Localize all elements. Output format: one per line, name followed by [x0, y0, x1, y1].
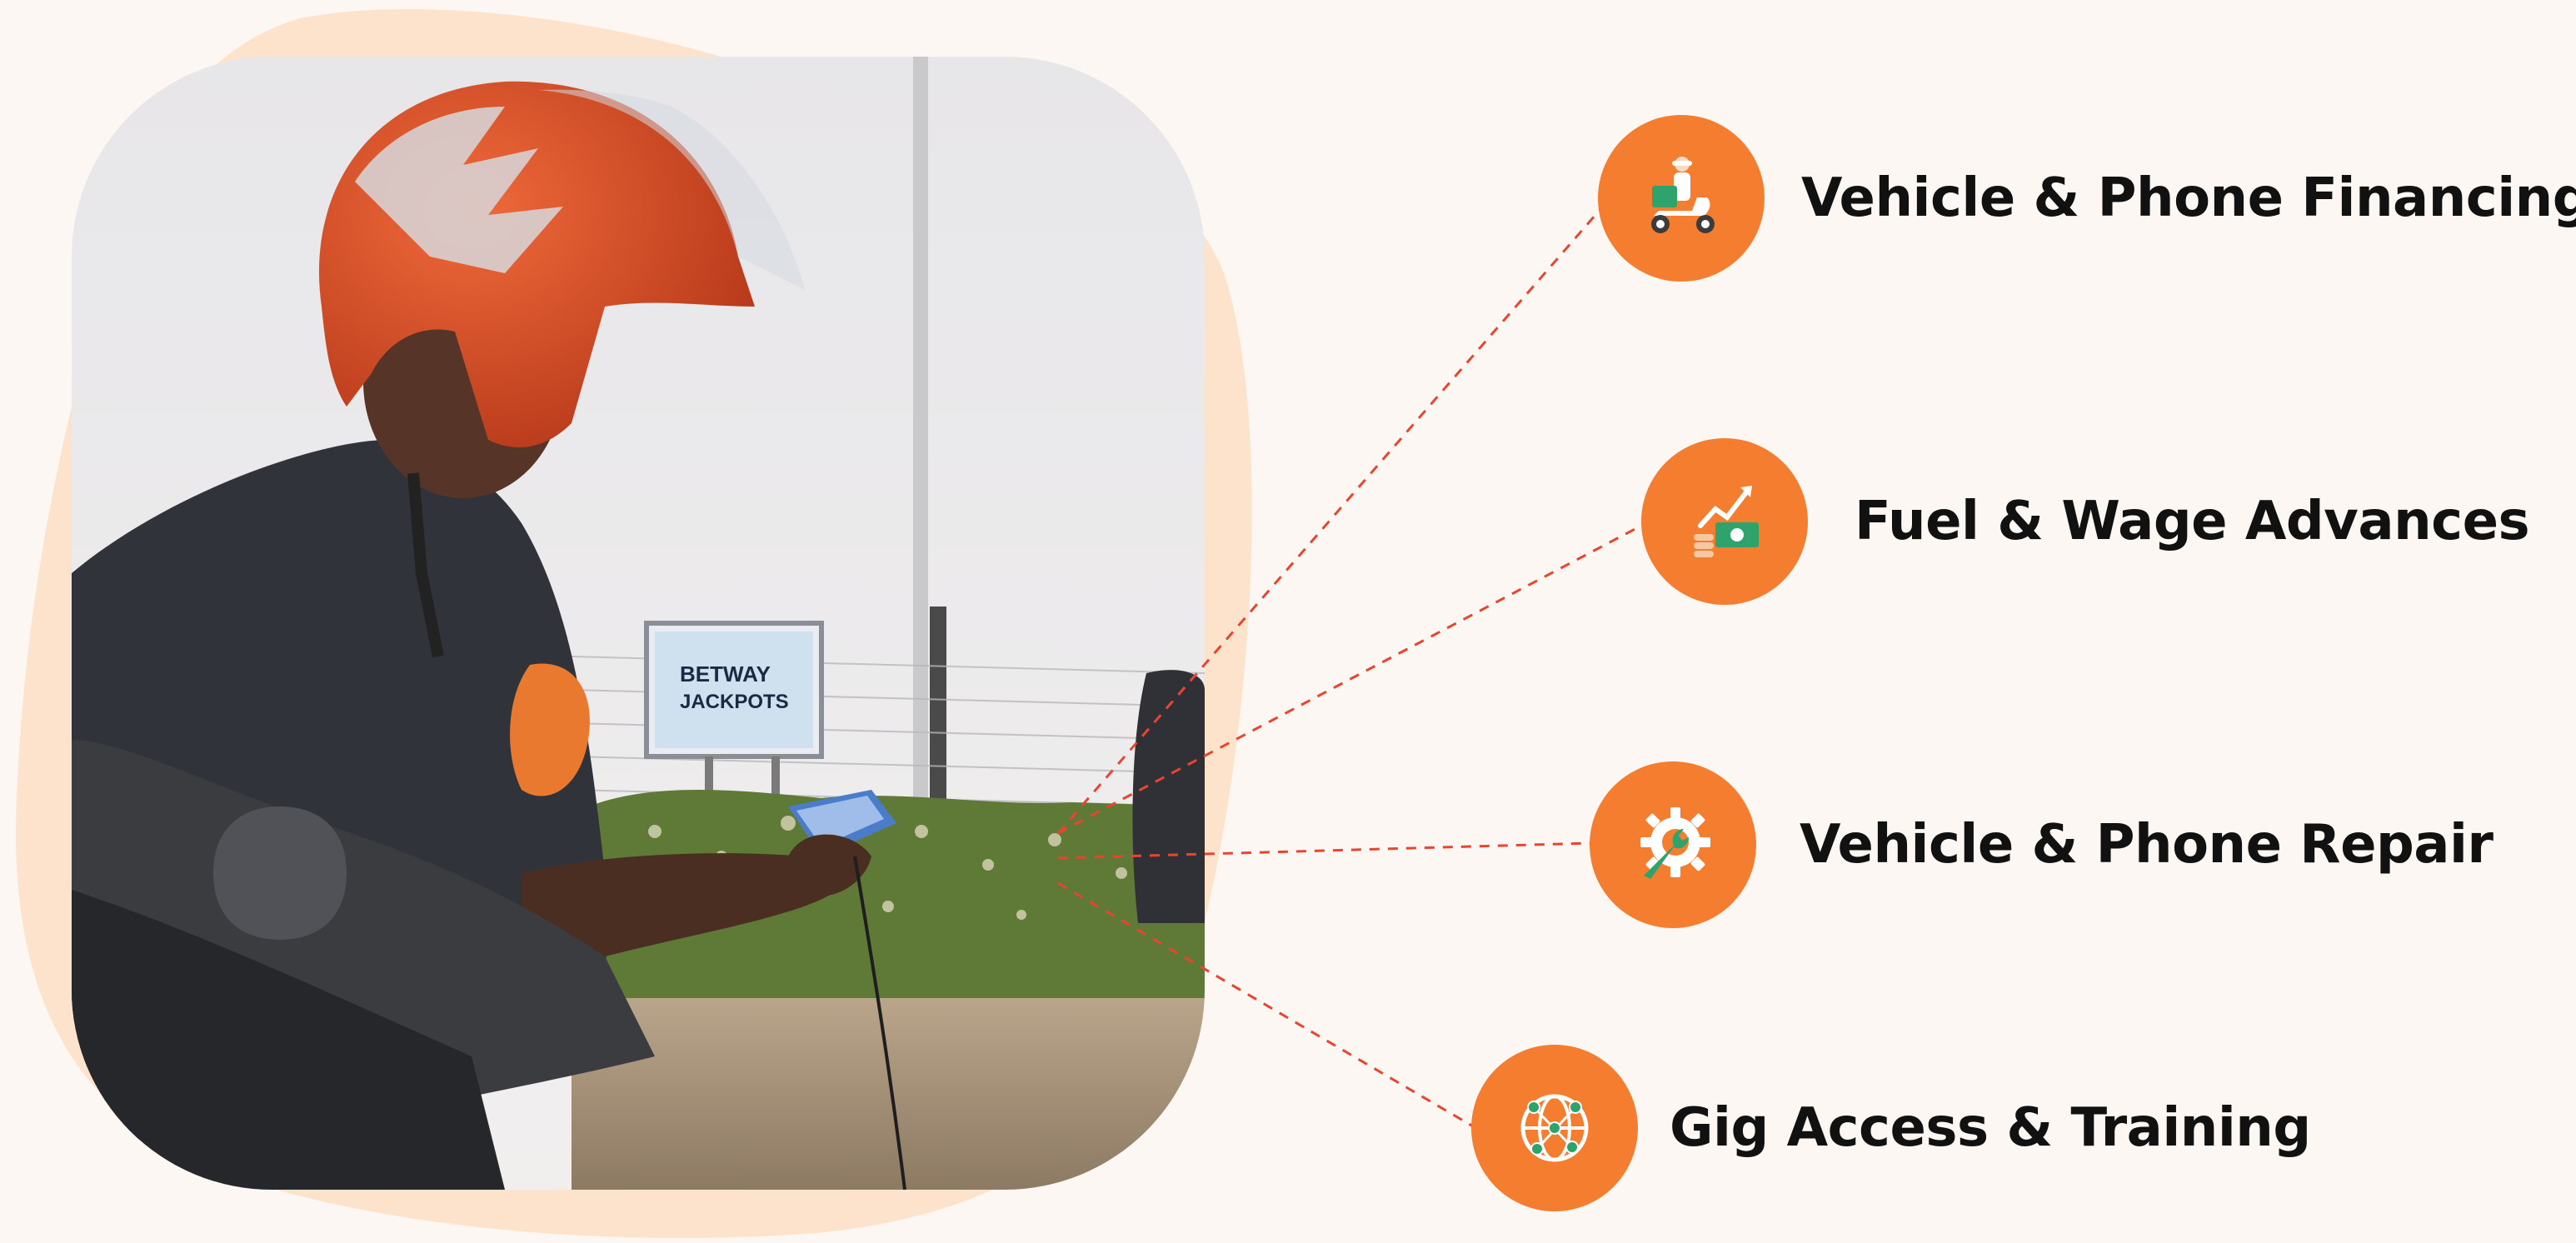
gear-wrench-icon	[1590, 761, 1756, 928]
billboard-line2: JACKPOTS	[680, 691, 789, 713]
service-gig-access-training: Gig Access & Training	[1471, 1045, 2311, 1211]
service-label: Vehicle & Phone Financing	[1801, 167, 2576, 229]
money-growth-icon	[1641, 438, 1808, 605]
service-vehicle-phone-repair: Vehicle & Phone Repair	[1590, 761, 2494, 928]
billboard-line1: BETWAY	[680, 661, 771, 686]
service-label: Vehicle & Phone Repair	[1800, 814, 2494, 876]
service-fuel-wage-advances: Fuel & Wage Advances	[1641, 438, 2530, 605]
network-globe-icon	[1471, 1045, 1638, 1211]
rider-photo: BETWAY JACKPOTS	[72, 57, 1205, 1190]
service-label: Gig Access & Training	[1670, 1097, 2311, 1159]
delivery-scooter-icon	[1598, 115, 1765, 282]
service-vehicle-phone-financing: Vehicle & Phone Financing	[1598, 115, 2576, 282]
service-label: Fuel & Wage Advances	[1855, 491, 2530, 552]
canvas: BETWAY JACKPOTS Vehicle & Phone Financin…	[0, 0, 2576, 1243]
